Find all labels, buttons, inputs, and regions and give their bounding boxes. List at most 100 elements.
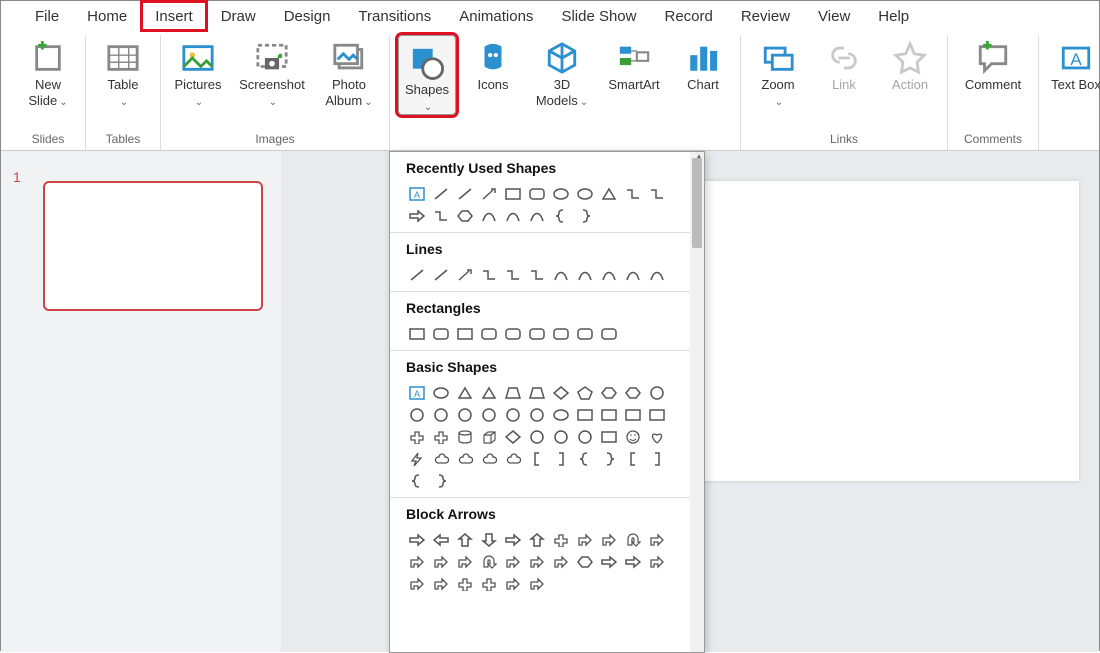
shape-circle[interactable] [550,427,572,447]
action-button[interactable]: Action [881,35,939,109]
shape-hex[interactable] [598,383,620,403]
shape-curve[interactable] [526,206,548,226]
shape-elbow[interactable] [502,265,524,285]
shape-roundrect[interactable] [502,324,524,344]
shape-curve[interactable] [574,265,596,285]
shape-roundrect[interactable] [574,324,596,344]
tab-help[interactable]: Help [864,1,923,31]
shape-roundrect[interactable] [526,184,548,204]
shape-circle[interactable] [502,405,524,425]
shape-roundrect[interactable] [478,324,500,344]
shape-brace2[interactable] [430,471,452,491]
shapes-button[interactable]: Shapes⌄ [398,35,456,115]
shape-cloud[interactable] [478,449,500,469]
shape-tri[interactable] [598,184,620,204]
shape-elbow[interactable] [646,184,668,204]
shape-bracket[interactable] [526,449,548,469]
shape-bent[interactable] [430,552,452,572]
shape-oval[interactable] [550,405,572,425]
shape-hex[interactable] [574,552,596,572]
shape-trap[interactable] [502,383,524,403]
shape-bolt[interactable] [406,449,428,469]
shape-bent[interactable] [454,552,476,572]
chart-button[interactable]: Chart [674,35,732,115]
shape-bent[interactable] [646,552,668,572]
shape-rect[interactable] [502,184,524,204]
comment-button[interactable]: Comment [956,35,1030,93]
shape-circle[interactable] [454,405,476,425]
shape-cloud[interactable] [454,449,476,469]
shape-rect[interactable] [454,324,476,344]
shape-rect[interactable] [598,427,620,447]
shape-bent[interactable] [646,530,668,550]
shape-textbox[interactable]: A [406,383,428,403]
shape-brace[interactable] [406,471,428,491]
shape-cloud[interactable] [430,449,452,469]
shape-bent[interactable] [598,530,620,550]
shape-brace2[interactable] [574,206,596,226]
shape-curve[interactable] [550,265,572,285]
3d-models-button[interactable]: 3D Models⌄ [530,35,594,115]
shape-diamond[interactable] [550,383,572,403]
shape-hex[interactable] [622,383,644,403]
shape-arrowR[interactable] [622,552,644,572]
shape-roundrect[interactable] [526,324,548,344]
shape-hex[interactable] [454,206,476,226]
shape-rect[interactable] [646,405,668,425]
shape-circle[interactable] [574,427,596,447]
shape-bent[interactable] [550,552,572,572]
tab-animations[interactable]: Animations [445,1,547,31]
shape-bent[interactable] [406,552,428,572]
shape-elbow[interactable] [478,265,500,285]
shape-plus[interactable] [406,427,428,447]
shape-arrowU[interactable] [526,530,548,550]
shape-oval[interactable] [574,184,596,204]
shape-bent[interactable] [502,552,524,572]
shape-cloud[interactable] [502,449,524,469]
shape-bent[interactable] [526,574,548,594]
shape-tri[interactable] [454,383,476,403]
shape-circle[interactable] [406,405,428,425]
shape-uarrow[interactable] [622,530,644,550]
shape-curve[interactable] [646,265,668,285]
shape-circle[interactable] [430,405,452,425]
shape-circle[interactable] [646,383,668,403]
tab-insert[interactable]: Insert [141,1,207,31]
shape-plus[interactable] [550,530,572,550]
shape-elbow[interactable] [622,184,644,204]
photo-album-button[interactable]: Photo Album⌄ [317,35,381,109]
shape-lineArr[interactable] [478,184,500,204]
slide-thumbnail-1[interactable] [43,181,263,311]
icons-button[interactable]: Icons [464,35,522,115]
shape-arrowR[interactable] [598,552,620,572]
shape-curve[interactable] [622,265,644,285]
shape-oval[interactable] [550,184,572,204]
shape-diamond[interactable] [502,427,524,447]
screenshot-button[interactable]: Screenshot⌄ [235,35,309,109]
shape-bent[interactable] [430,574,452,594]
shape-rect[interactable] [622,405,644,425]
shape-elbow[interactable] [430,206,452,226]
shape-line[interactable] [430,184,452,204]
shape-circle[interactable] [526,427,548,447]
shape-circle[interactable] [526,405,548,425]
shape-lineArr[interactable] [454,265,476,285]
shape-cyl[interactable] [454,427,476,447]
new-slide-button[interactable]: New Slide⌄ [19,35,77,109]
shape-bent[interactable] [526,552,548,572]
shape-bracket2[interactable] [646,449,668,469]
table-button[interactable]: Table⌄ [94,35,152,109]
pictures-button[interactable]: Pictures⌄ [169,35,227,109]
shape-rect[interactable] [406,324,428,344]
shape-brace[interactable] [550,206,572,226]
shape-arrowU[interactable] [454,530,476,550]
tab-home[interactable]: Home [73,1,141,31]
shape-line[interactable] [430,265,452,285]
tab-file[interactable]: File [21,1,73,31]
shape-plus[interactable] [430,427,452,447]
shape-tri[interactable] [478,383,500,403]
shape-circle[interactable] [478,405,500,425]
shape-arrowR[interactable] [406,530,428,550]
shape-trap[interactable] [526,383,548,403]
tab-review[interactable]: Review [727,1,804,31]
